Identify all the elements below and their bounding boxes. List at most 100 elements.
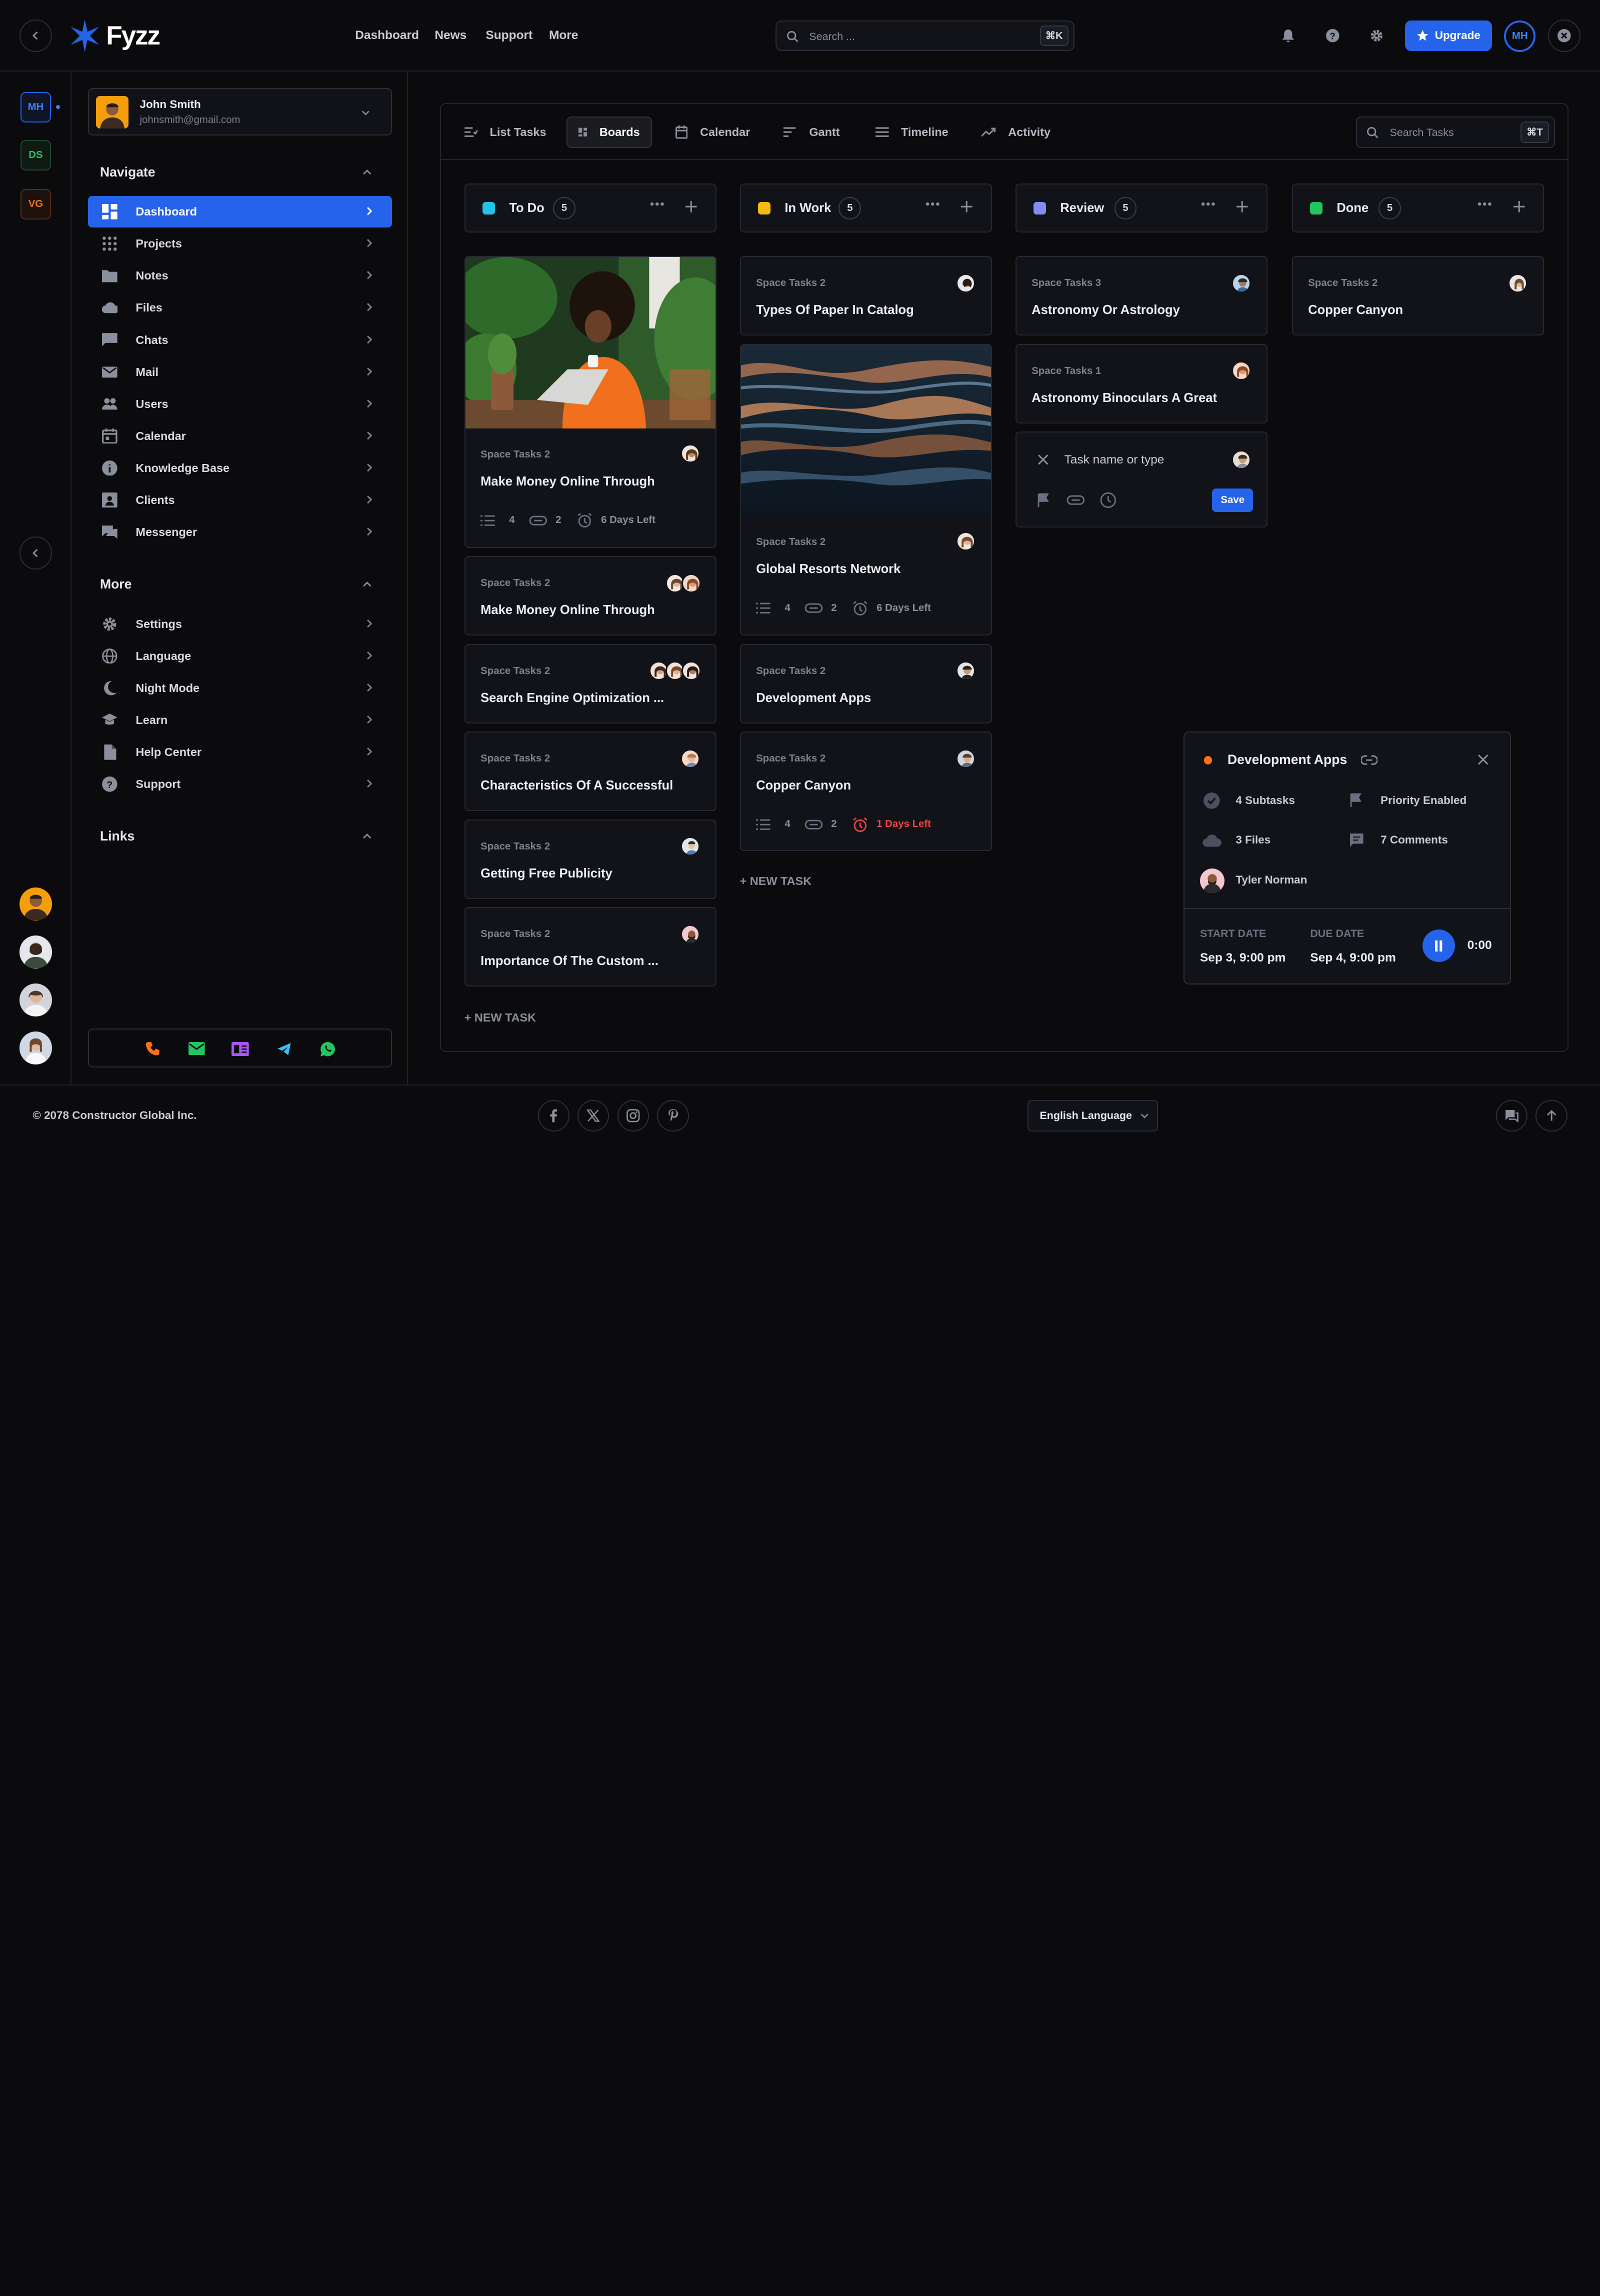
sidebar-item-projects[interactable]: Projects [88, 228, 392, 260]
sidebar-item-help-center[interactable]: Help Center [88, 736, 392, 768]
user-avatar[interactable]: MH [1504, 20, 1536, 52]
save-button[interactable]: Save [1212, 488, 1254, 512]
sidebar-item-files[interactable]: Files [88, 292, 392, 324]
pause-timer-button[interactable] [1422, 930, 1456, 962]
link-icon[interactable] [1361, 755, 1378, 765]
close-icon[interactable] [1478, 754, 1488, 765]
task-card[interactable]: Space Tasks 2 Characteristics Of A Succe… [464, 732, 716, 812]
sidebar-item-night-mode[interactable]: Night Mode [88, 672, 392, 704]
tab-list-tasks[interactable]: List Tasks [452, 116, 558, 148]
close-icon[interactable] [1038, 454, 1048, 465]
gear-icon[interactable] [1370, 28, 1384, 43]
plus-icon[interactable] [684, 200, 698, 214]
subtask-count: 4 [509, 514, 515, 526]
attachment-icon[interactable] [1066, 495, 1085, 505]
phone-icon[interactable] [145, 1041, 160, 1056]
tab-gantt[interactable]: Gantt [772, 116, 851, 148]
workspace-ds[interactable]: DS [20, 140, 52, 170]
task-card[interactable]: Space Tasks 2 Copper Canyon 4 2 1 Days L… [740, 732, 992, 852]
scroll-top-button[interactable] [1536, 1100, 1568, 1132]
collapse-back-button[interactable] [19, 19, 52, 52]
task-card[interactable]: Space Tasks 2 Search Engine Optimization… [464, 644, 716, 724]
avatar[interactable] [19, 984, 52, 1016]
telegram-icon[interactable] [276, 1042, 292, 1056]
sidebar-item-users[interactable]: Users [88, 388, 392, 420]
sidebar-item-chats[interactable]: Chats [88, 324, 392, 356]
chat-button[interactable] [1496, 1100, 1528, 1132]
facebook-button[interactable] [538, 1100, 570, 1132]
avatar[interactable] [19, 936, 52, 968]
search-input[interactable]: Search ... [809, 30, 855, 43]
language-select[interactable]: English Language [1028, 1100, 1158, 1132]
flag-icon[interactable] [1038, 493, 1051, 508]
sidebar-item-calendar[interactable]: Calendar [88, 420, 392, 452]
profile-switcher[interactable]: John Smith johnsmith@gmail.com [88, 88, 392, 136]
upgrade-button[interactable]: Upgrade [1405, 20, 1492, 52]
nav-support[interactable]: Support [486, 28, 532, 42]
sidebar-item-support[interactable]: ? Support [88, 768, 392, 800]
global-search[interactable]: Search ... ⌘K [776, 20, 1074, 52]
close-header-button[interactable] [1548, 19, 1581, 52]
task-card[interactable]: Space Tasks 2 Getting Free Publicity [464, 819, 716, 899]
task-name-input[interactable]: Task name or type [1064, 453, 1164, 467]
whatsapp-icon[interactable] [320, 1041, 336, 1058]
task-card[interactable]: Space Tasks 2 Global Resorts Network 4 2… [740, 344, 992, 636]
new-task-button[interactable]: + NEW TASK [464, 1011, 536, 1024]
tab-boards[interactable]: Boards [566, 116, 652, 148]
task-card[interactable]: Space Tasks 2 Importance Of The Custom .… [464, 907, 716, 987]
column-name: To Do [509, 200, 544, 215]
task-card[interactable]: Space Tasks 1 Astronomy Binoculars A Gre… [1015, 344, 1268, 424]
sidebar-item-dashboard[interactable]: Dashboard [88, 196, 392, 228]
sidebar-item-mail[interactable]: Mail [88, 356, 392, 388]
avatar[interactable] [19, 888, 52, 920]
help-icon[interactable]: ? [1326, 28, 1340, 43]
sidebar-item-clients[interactable]: Clients [88, 484, 392, 516]
more-horizontal-icon[interactable] [1201, 202, 1216, 206]
tab-calendar[interactable]: Calendar [664, 116, 762, 148]
plus-icon[interactable] [960, 200, 974, 214]
newsletter-icon[interactable] [232, 1042, 249, 1056]
chevron-up-icon[interactable] [362, 832, 372, 842]
sidebar-item-learn[interactable]: Learn [88, 704, 392, 736]
task-card[interactable]: Space Tasks 2 Development Apps [740, 644, 992, 724]
workspace-mh[interactable]: MH [20, 92, 52, 122]
task-card[interactable]: Space Tasks 2 Make Money Online Through … [464, 256, 716, 548]
bell-icon[interactable] [1282, 28, 1295, 43]
workspace-vg[interactable]: VG [20, 188, 52, 220]
tab-timeline[interactable]: Timeline [864, 116, 960, 148]
task-card[interactable]: Space Tasks 2 Types Of Paper In Catalog [740, 256, 992, 336]
task-card[interactable]: Space Tasks 2 Make Money Online Through [464, 556, 716, 636]
tab-activity[interactable]: Activity [970, 116, 1062, 148]
avatar[interactable] [19, 1032, 52, 1064]
task-card[interactable]: Space Tasks 3 Astronomy Or Astrology [1015, 256, 1268, 336]
sidebar-item-messenger[interactable]: Messenger [88, 516, 392, 548]
nav-more[interactable]: More [549, 28, 578, 42]
brand-logo[interactable]: Fyzz [68, 18, 160, 53]
sidebar-item-knowledge-base[interactable]: Knowledge Base [88, 452, 392, 484]
more-horizontal-icon[interactable] [650, 202, 664, 206]
chevron-up-icon[interactable] [362, 580, 372, 590]
instagram-button[interactable] [617, 1100, 649, 1132]
sidebar-item-notes[interactable]: Notes [88, 260, 392, 292]
collapse-sidebar-button[interactable] [19, 536, 52, 570]
pinterest-button[interactable] [657, 1100, 689, 1132]
nav-dashboard[interactable]: Dashboard [355, 28, 419, 42]
plus-icon[interactable] [1512, 200, 1526, 214]
plus-icon[interactable] [1236, 200, 1249, 214]
new-task-button[interactable]: + NEW TASK [740, 874, 812, 888]
more-horizontal-icon[interactable] [926, 202, 940, 206]
sidebar-item-language[interactable]: Language [88, 640, 392, 672]
clock-icon[interactable] [1100, 492, 1116, 508]
task-search[interactable]: Search Tasks ⌘T [1356, 116, 1556, 148]
sidebar-item-settings[interactable]: Settings [88, 608, 392, 640]
nav-news[interactable]: News [434, 28, 466, 42]
more-horizontal-icon[interactable] [1478, 202, 1492, 206]
mail-icon[interactable] [188, 1042, 206, 1056]
sidebar-item-label: Messenger [136, 526, 197, 538]
x-twitter-button[interactable] [578, 1100, 610, 1132]
chevron-up-icon[interactable] [362, 168, 372, 178]
sidebar-item-label: Files [136, 301, 162, 314]
assignee-avatar [680, 748, 700, 768]
task-search-input[interactable]: Search Tasks [1390, 126, 1454, 139]
task-card[interactable]: Space Tasks 2 Copper Canyon [1292, 256, 1544, 336]
